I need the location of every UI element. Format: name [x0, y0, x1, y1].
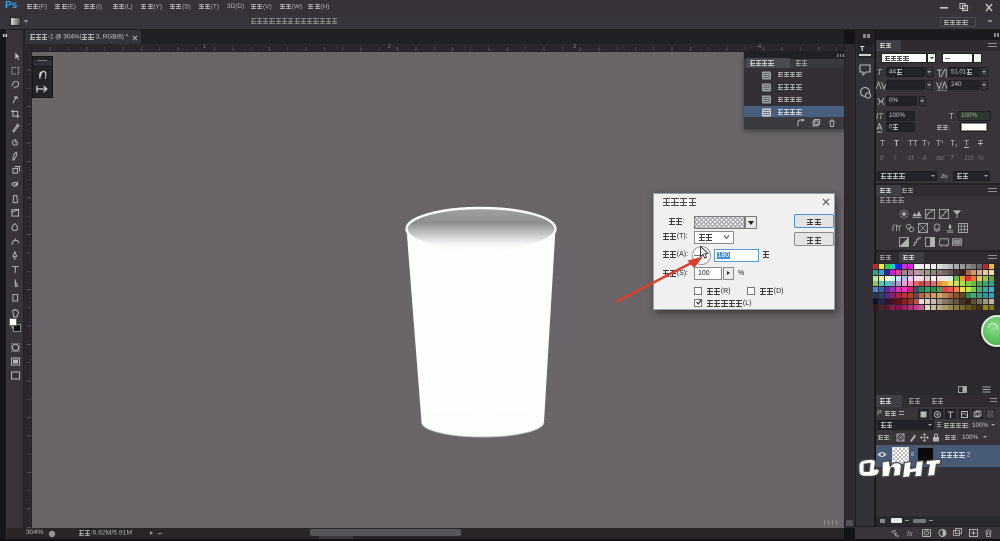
- svg-text:fx: fx: [907, 531, 913, 538]
